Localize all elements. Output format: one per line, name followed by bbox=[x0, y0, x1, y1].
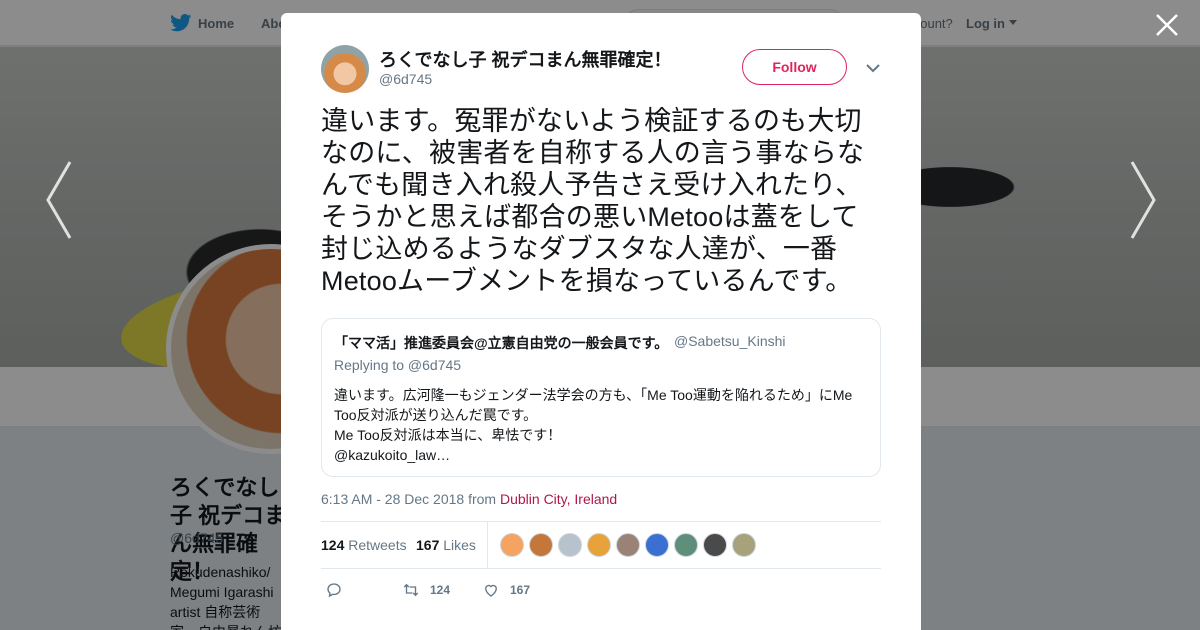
quoted-tweet-text: 違います。広河隆一もジェンダー法学会の方も、「Me Too運動を陥れるため」にM… bbox=[334, 385, 866, 465]
retweet-action-count: 124 bbox=[430, 583, 451, 597]
likes-stat[interactable]: 167 Likes bbox=[416, 537, 476, 553]
liker-avatar-8[interactable] bbox=[703, 533, 727, 557]
retweet-icon bbox=[403, 583, 419, 597]
liker-avatar-2[interactable] bbox=[529, 533, 553, 557]
close-icon[interactable] bbox=[1154, 12, 1180, 38]
tweet-timestamp: 6:13 AM - 28 Dec 2018 from Dublin City, … bbox=[321, 491, 617, 507]
next-arrow-icon[interactable] bbox=[1128, 160, 1158, 240]
stats-divider bbox=[487, 522, 488, 568]
author-name[interactable]: ろくでなし子 祝デコまん無罪確定！ bbox=[379, 46, 671, 72]
tweet-modal: ろくでなし子 祝デコまん無罪確定！ @6d745 Follow 違います。冤罪が… bbox=[281, 13, 921, 630]
quoted-text-line: 違います。広河隆一もジェンダー法学会の方も、「Me Too運動を陥れるため」にM… bbox=[334, 387, 853, 403]
liker-avatars bbox=[500, 533, 756, 557]
follow-button[interactable]: Follow bbox=[742, 49, 847, 85]
author-handle[interactable]: @6d745 bbox=[379, 71, 432, 87]
heart-icon bbox=[485, 584, 497, 597]
quoted-author-name: 「ママ活」推進委員会@立憲自由党の一般会員です。 bbox=[334, 335, 669, 351]
tweet-actions: 124 167 bbox=[321, 581, 881, 601]
retweet-stat[interactable]: 124 Retweets bbox=[321, 537, 407, 553]
retweet-stat-label: Retweets bbox=[348, 537, 407, 553]
liker-avatar-5[interactable] bbox=[616, 533, 640, 557]
liker-avatar-9[interactable] bbox=[732, 533, 756, 557]
quoted-text-line: Me Too反対派は本当に、卑怯です！ bbox=[334, 427, 562, 443]
quoted-text-line: @kazukoito_law… bbox=[334, 447, 451, 463]
quoted-author-handle: @Sabetsu_Kinshi bbox=[674, 333, 786, 349]
liker-avatar-6[interactable] bbox=[645, 533, 669, 557]
liker-avatar-3[interactable] bbox=[558, 533, 582, 557]
timestamp-text[interactable]: 6:13 AM - 28 Dec 2018 from bbox=[321, 491, 496, 507]
retweet-stat-count: 124 bbox=[321, 537, 345, 553]
previous-arrow-icon[interactable] bbox=[44, 160, 74, 240]
reply-button[interactable] bbox=[325, 581, 343, 599]
quoted-replying-to: Replying to @6d745 bbox=[334, 357, 462, 373]
tweet-stats: 124 Retweets 167 Likes bbox=[321, 521, 881, 569]
quoted-text-line: Too反対派が送り込んだ罠です。 bbox=[334, 407, 538, 423]
quoted-tweet[interactable]: 「ママ活」推進委員会@立憲自由党の一般会員です。 @Sabetsu_Kinshi… bbox=[321, 318, 881, 477]
author-avatar[interactable] bbox=[321, 45, 369, 93]
tweet-text: 違います。冤罪がないよう検証するのも大切なのに、被害者を自称する人の言う事ならな… bbox=[321, 106, 865, 296]
like-action-count: 167 bbox=[510, 583, 531, 597]
liker-avatar-1[interactable] bbox=[500, 533, 524, 557]
likes-stat-label: Likes bbox=[443, 537, 476, 553]
liker-avatar-7[interactable] bbox=[674, 533, 698, 557]
retweet-button[interactable]: 124 bbox=[402, 581, 450, 599]
reply-icon bbox=[327, 583, 341, 598]
liker-avatar-4[interactable] bbox=[587, 533, 611, 557]
location-link[interactable]: Dublin City, Ireland bbox=[500, 491, 617, 507]
likes-stat-count: 167 bbox=[416, 537, 440, 553]
chevron-down-icon[interactable] bbox=[866, 63, 880, 73]
like-button[interactable]: 167 bbox=[482, 581, 530, 599]
